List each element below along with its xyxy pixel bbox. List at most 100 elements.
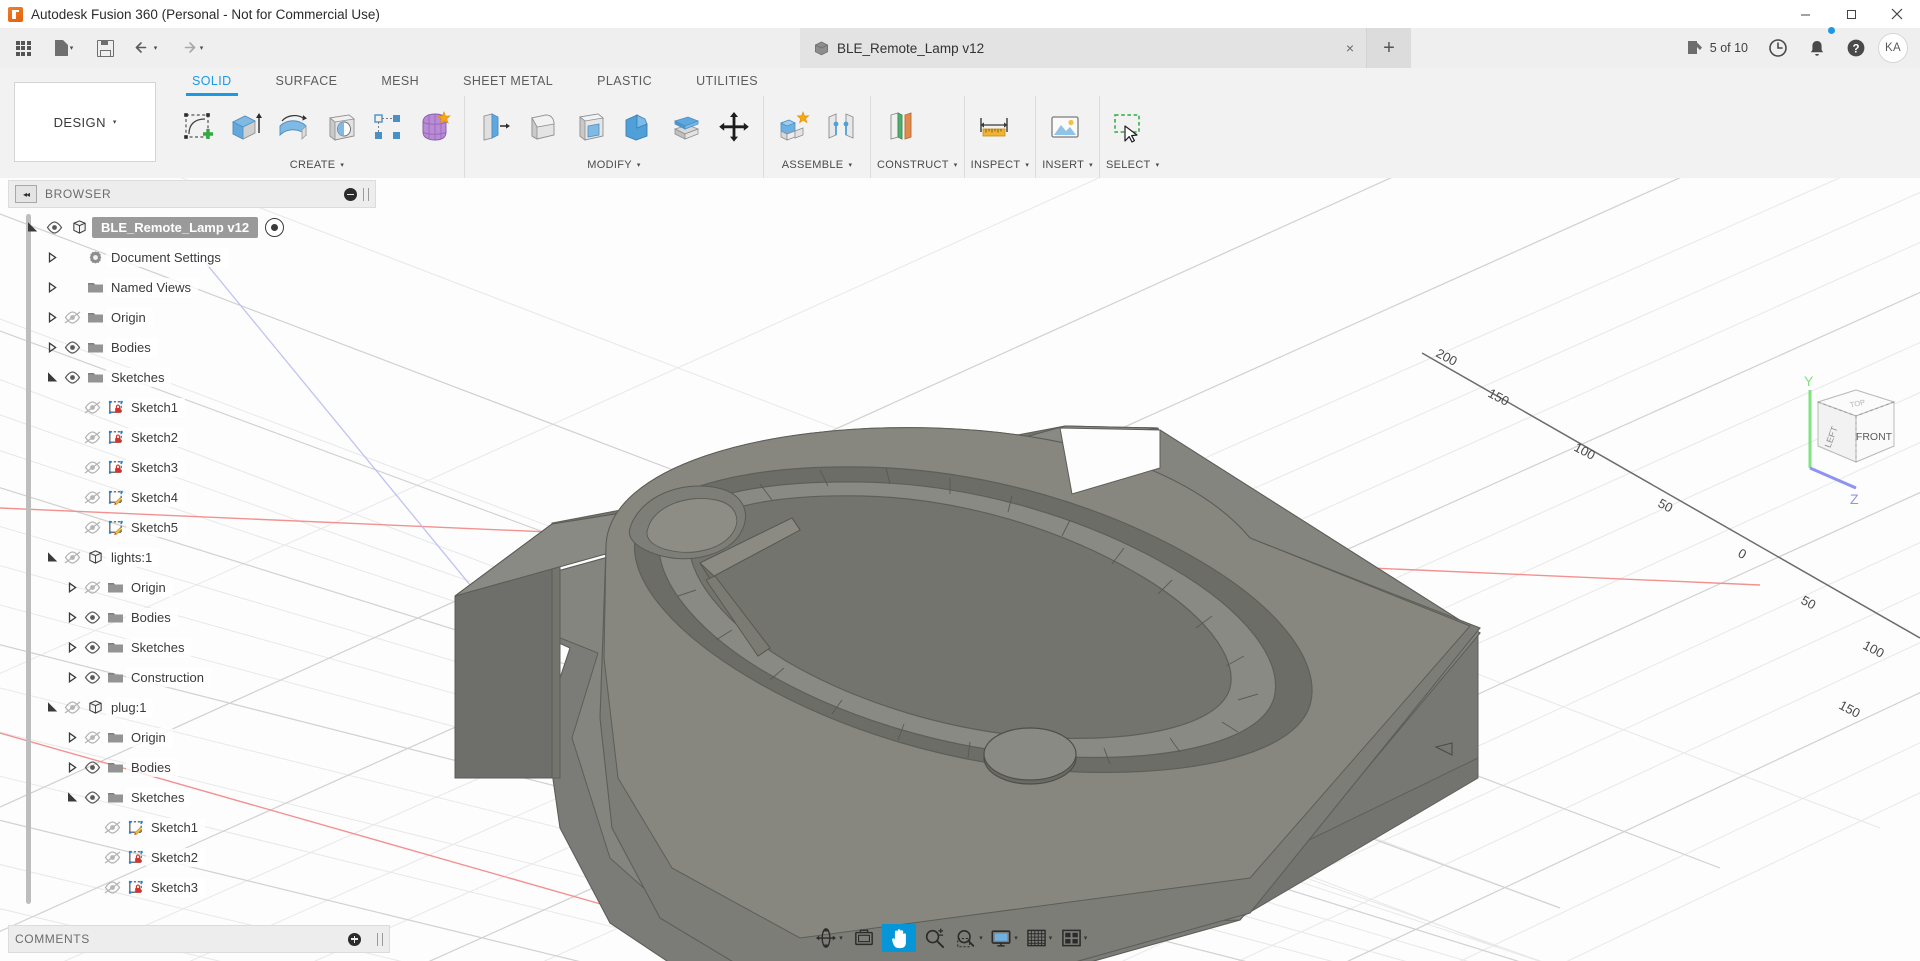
recent-button[interactable] xyxy=(1760,28,1796,68)
form-button[interactable] xyxy=(412,100,458,154)
move-copy-button[interactable] xyxy=(711,100,757,154)
grid-snaps-button[interactable]: ▾ xyxy=(1022,924,1056,952)
comments-resize-grip[interactable] xyxy=(377,933,383,946)
revolve-button[interactable] xyxy=(270,100,316,154)
look-at-button[interactable] xyxy=(847,924,881,952)
draft-button[interactable] xyxy=(615,100,661,154)
visibility-toggle-off[interactable] xyxy=(80,422,104,452)
tab-surface[interactable]: SURFACE xyxy=(254,68,360,94)
tab-mesh[interactable]: MESH xyxy=(359,68,441,94)
visibility-toggle-off[interactable] xyxy=(60,692,84,722)
tree-collapse-arrow[interactable] xyxy=(44,542,60,572)
document-tab-close-icon[interactable]: × xyxy=(1322,40,1354,56)
inspect-panel-label[interactable]: INSPECT ▾ xyxy=(971,154,1030,176)
tree-node[interactable]: Origin xyxy=(8,302,376,332)
visibility-toggle-off[interactable] xyxy=(100,842,124,872)
maximize-button[interactable] xyxy=(1828,0,1874,28)
tree-node[interactable]: Sketch3 xyxy=(8,452,376,482)
close-button[interactable] xyxy=(1874,0,1920,28)
visibility-toggle-off[interactable] xyxy=(60,302,84,332)
user-avatar[interactable]: KA xyxy=(1878,33,1908,63)
visibility-toggle-on[interactable] xyxy=(80,752,104,782)
document-tab[interactable]: BLE_Remote_Lamp v12 × xyxy=(800,28,1367,68)
offset-plane-button[interactable] xyxy=(877,100,923,154)
visibility-toggle-on[interactable] xyxy=(80,632,104,662)
tree-expand-arrow[interactable] xyxy=(44,302,60,332)
tree-node[interactable]: plug:1 xyxy=(8,692,376,722)
show-data-panel-button[interactable] xyxy=(6,33,40,63)
visibility-toggle-off[interactable] xyxy=(80,572,104,602)
shell-button[interactable] xyxy=(567,100,613,154)
tree-node[interactable]: Bodies xyxy=(8,752,376,782)
tree-node[interactable]: Sketch5 xyxy=(8,512,376,542)
tree-expand-arrow[interactable] xyxy=(44,242,60,272)
tree-node[interactable]: Origin xyxy=(8,722,376,752)
tab-sheet-metal[interactable]: SHEET METAL xyxy=(441,68,575,94)
fillet-button[interactable] xyxy=(519,100,565,154)
assemble-panel-label[interactable]: ASSEMBLE ▾ xyxy=(770,154,864,176)
tree-node[interactable]: Sketch3 xyxy=(8,872,376,902)
tree-node[interactable]: Sketch4 xyxy=(8,482,376,512)
tree-node[interactable]: Sketch2 xyxy=(8,842,376,872)
minimize-button[interactable] xyxy=(1782,0,1828,28)
visibility-toggle-off[interactable] xyxy=(80,452,104,482)
tree-root-node[interactable]: BLE_Remote_Lamp v12 xyxy=(8,212,376,242)
modify-panel-label[interactable]: MODIFY ▾ xyxy=(471,154,757,176)
tab-plastic[interactable]: PLASTIC xyxy=(575,68,674,94)
tab-utilities[interactable]: UTILITIES xyxy=(674,68,780,94)
view-cube[interactable]: FRONT LEFT TOP xyxy=(1798,376,1908,486)
visibility-toggle-off[interactable] xyxy=(60,542,84,572)
tree-collapse-arrow[interactable] xyxy=(44,362,60,392)
display-settings-button[interactable]: ▾ xyxy=(987,924,1021,952)
visibility-toggle-on[interactable] xyxy=(60,362,84,392)
orbit-button[interactable]: ▾ xyxy=(812,924,846,952)
tree-node[interactable]: Sketches xyxy=(8,362,376,392)
pan-button[interactable] xyxy=(882,924,916,952)
job-status-button[interactable]: 5 of 10 xyxy=(1678,28,1756,68)
tree-collapse-arrow[interactable] xyxy=(64,782,80,812)
tree-expand-arrow[interactable] xyxy=(64,752,80,782)
select-panel-label[interactable]: SELECT ▾ xyxy=(1106,154,1159,176)
press-pull-button[interactable] xyxy=(471,100,517,154)
tree-collapse-arrow[interactable] xyxy=(24,212,40,242)
browser-collapse-button[interactable]: ◂◂ xyxy=(15,185,37,203)
create-panel-label[interactable]: CREATE ▾ xyxy=(176,154,458,176)
tree-expand-arrow[interactable] xyxy=(44,332,60,362)
select-window-button[interactable] xyxy=(1106,100,1152,154)
tree-node[interactable]: Sketches xyxy=(8,632,376,662)
tree-node[interactable]: Bodies xyxy=(8,602,376,632)
visibility-toggle-on[interactable] xyxy=(80,782,104,812)
visibility-toggle-off[interactable] xyxy=(80,392,104,422)
browser-minimize-icon[interactable] xyxy=(344,188,357,201)
visibility-toggle-off[interactable] xyxy=(80,482,104,512)
tree-expand-arrow[interactable] xyxy=(64,722,80,752)
new-component-button[interactable] xyxy=(770,100,816,154)
tree-node[interactable]: Sketch1 xyxy=(8,392,376,422)
file-menu-button[interactable]: ▾ xyxy=(42,33,86,63)
workspace-switcher[interactable]: DESIGN ▾ xyxy=(14,82,156,162)
insert-image-button[interactable] xyxy=(1042,100,1088,154)
tree-node[interactable]: Construction xyxy=(8,662,376,692)
tab-solid[interactable]: SOLID xyxy=(170,68,254,94)
notifications-button[interactable] xyxy=(1800,28,1834,68)
tree-expand-arrow[interactable] xyxy=(44,272,60,302)
tree-node[interactable]: Sketch2 xyxy=(8,422,376,452)
measure-button[interactable] xyxy=(971,100,1017,154)
viewports-button[interactable]: ▾ xyxy=(1057,924,1091,952)
hole-button[interactable] xyxy=(318,100,364,154)
tree-node[interactable]: Named Views xyxy=(8,272,376,302)
tree-node[interactable]: lights:1 xyxy=(8,542,376,572)
tree-node[interactable]: Document Settings xyxy=(8,242,376,272)
comments-add-icon[interactable] xyxy=(348,933,361,946)
browser-resize-grip[interactable] xyxy=(363,188,369,201)
offset-face-button[interactable] xyxy=(663,100,709,154)
insert-panel-label[interactable]: INSERT ▾ xyxy=(1042,154,1093,176)
zoom-window-button[interactable]: ▾ xyxy=(952,924,986,952)
save-button[interactable] xyxy=(88,33,122,63)
tree-node[interactable]: Bodies xyxy=(8,332,376,362)
visibility-toggle-on[interactable] xyxy=(60,332,84,362)
activate-component-radio[interactable] xyxy=(265,218,284,237)
tree-expand-arrow[interactable] xyxy=(64,662,80,692)
new-tab-button[interactable]: + xyxy=(1367,28,1411,68)
help-button[interactable]: ? xyxy=(1838,28,1874,68)
